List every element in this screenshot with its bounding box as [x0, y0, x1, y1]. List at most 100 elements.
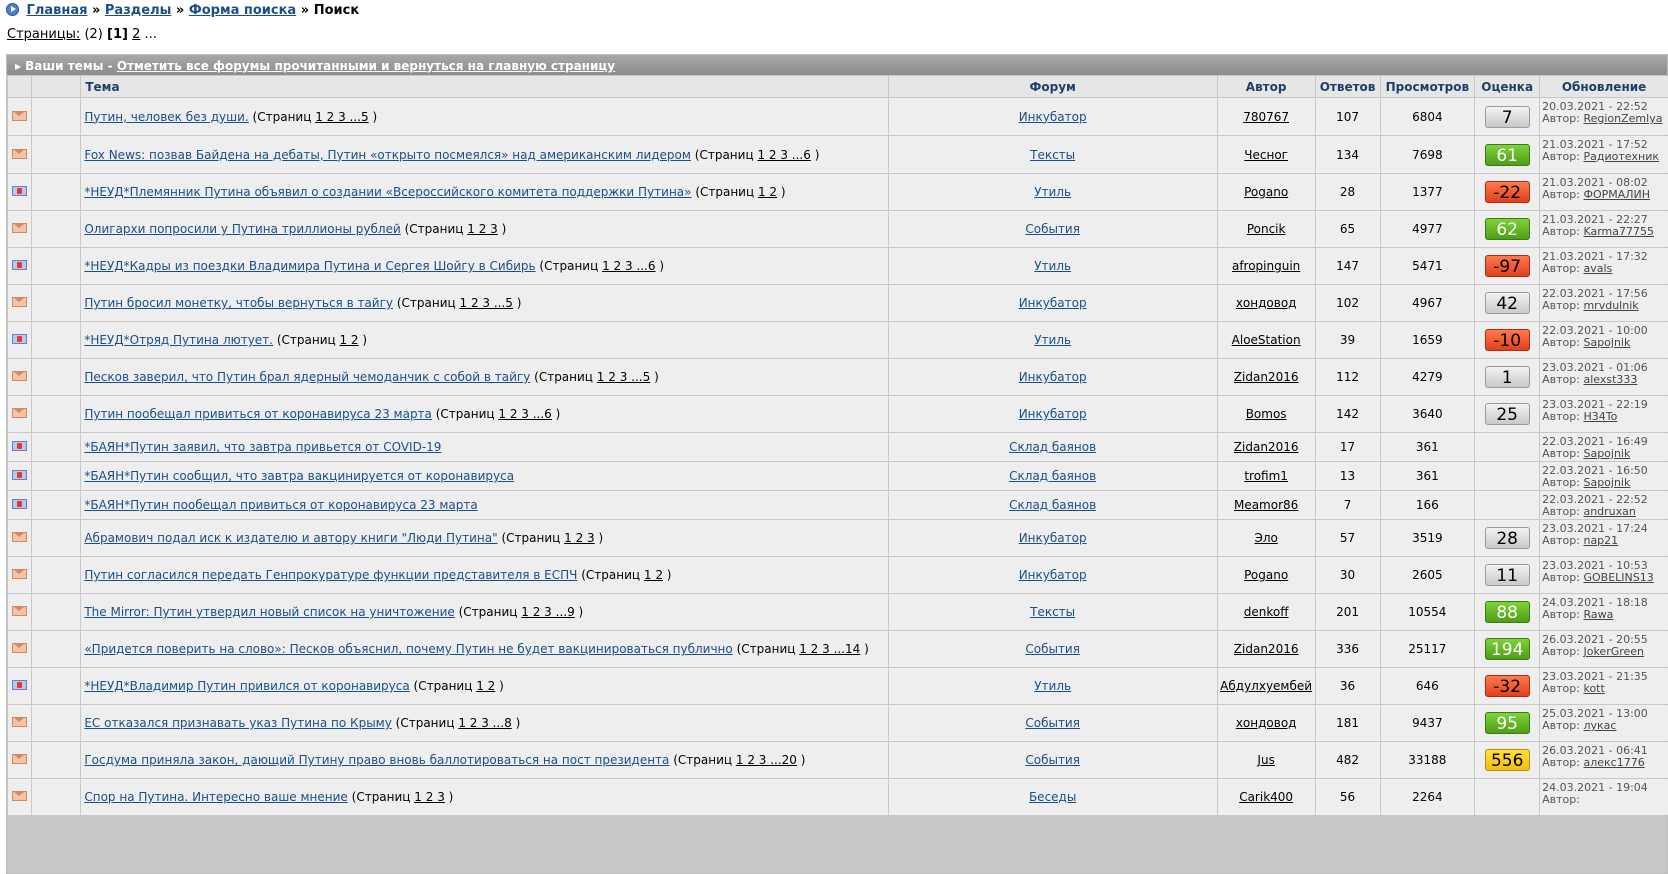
update-author-link[interactable]: nap21 — [1583, 534, 1618, 547]
topic-link[interactable]: Олигархи попросили у Путина триллионы ру… — [84, 222, 400, 236]
topic-pages-links[interactable]: 1 2 3 ...8 — [458, 716, 511, 730]
forum-link[interactable]: Инкубатор — [1019, 407, 1087, 421]
forum-link[interactable]: Склад баянов — [1009, 440, 1096, 454]
pages-label[interactable]: Страницы: — [7, 27, 80, 42]
update-author-link[interactable]: JokerGreen — [1583, 645, 1644, 658]
update-author-link[interactable]: alexst333 — [1583, 373, 1637, 386]
topic-pages-links[interactable]: 1 2 — [644, 568, 663, 582]
author-link[interactable]: хондовод — [1236, 716, 1297, 730]
update-author-link[interactable]: Sapojnik — [1583, 336, 1630, 349]
forum-link[interactable]: События — [1025, 642, 1080, 656]
topic-pages-links[interactable]: 1 2 3 — [414, 790, 445, 804]
forum-link[interactable]: Утиль — [1034, 333, 1071, 347]
col-rating[interactable]: Оценка — [1475, 76, 1540, 97]
author-link[interactable]: Эло — [1254, 531, 1277, 545]
update-author-link[interactable]: Rawa — [1583, 608, 1613, 621]
forum-link[interactable]: Утиль — [1034, 185, 1071, 199]
author-link[interactable]: denkoff — [1244, 605, 1289, 619]
topic-pages-links[interactable]: 1 2 3 ...5 — [460, 296, 513, 310]
update-author-link[interactable]: ФОРМАЛИН — [1583, 188, 1650, 201]
topic-link[interactable]: The Mirror: Путин утвердил новый список … — [84, 605, 454, 619]
forum-link[interactable]: Инкубатор — [1019, 531, 1087, 545]
col-author[interactable]: Автор — [1217, 76, 1315, 97]
author-link[interactable]: Zidan2016 — [1234, 370, 1299, 384]
update-author-link[interactable]: RegionZemlya — [1583, 112, 1662, 125]
forum-link[interactable]: Утиль — [1034, 679, 1071, 693]
author-link[interactable]: afropinguin — [1232, 259, 1300, 273]
update-author-link[interactable]: avals — [1583, 262, 1612, 275]
author-link[interactable]: Carik400 — [1239, 790, 1293, 804]
author-link[interactable]: trofim1 — [1244, 469, 1288, 483]
col-views[interactable]: Просмотров — [1380, 76, 1475, 97]
author-link[interactable]: Bomos — [1246, 407, 1287, 421]
topic-pages-links[interactable]: 1 2 — [476, 679, 495, 693]
forum-link[interactable]: События — [1025, 716, 1080, 730]
update-author-link[interactable]: Sapojnik — [1583, 447, 1630, 460]
topic-link[interactable]: Абрамович подал иск к издателю и автору … — [84, 531, 497, 545]
home-icon[interactable] — [6, 3, 19, 16]
topic-link[interactable]: Fox News: позвав Байдена на дебаты, Пути… — [84, 148, 691, 162]
author-link[interactable]: Чесног — [1244, 148, 1288, 162]
topic-pages-links[interactable]: 1 2 — [758, 185, 777, 199]
topic-link[interactable]: Путин пообещал привиться от коронавируса… — [84, 407, 432, 421]
col-forum[interactable]: Форум — [888, 76, 1217, 97]
forum-link[interactable]: Склад баянов — [1009, 498, 1096, 512]
update-author-link[interactable]: Karma77755 — [1583, 225, 1654, 238]
topic-link[interactable]: Путин, человек без души. — [84, 110, 248, 124]
topic-link[interactable]: *НЕУД*Кадры из поездки Владимира Путина … — [84, 259, 535, 273]
forum-link[interactable]: Инкубатор — [1019, 296, 1087, 310]
update-author-link[interactable]: mrvdulnik — [1583, 299, 1638, 312]
topic-link[interactable]: «Придется поверить на слово»: Песков объ… — [84, 642, 732, 656]
update-author-link[interactable]: GOBELINS13 — [1583, 571, 1653, 584]
topic-pages-links[interactable]: 1 2 3 ...5 — [597, 370, 650, 384]
forum-link[interactable]: Беседы — [1029, 790, 1076, 804]
topic-link[interactable]: *НЕУД*Владимир Путин привился от коронав… — [84, 679, 409, 693]
author-link[interactable]: хондовод — [1236, 296, 1297, 310]
forum-link[interactable]: Склад баянов — [1009, 469, 1096, 483]
topic-link[interactable]: *БАЯН*Путин пообещал привиться от корона… — [84, 498, 477, 512]
author-link[interactable]: Zidan2016 — [1234, 642, 1299, 656]
author-link[interactable]: Pogano — [1244, 568, 1288, 582]
forum-link[interactable]: Тексты — [1030, 605, 1075, 619]
col-replies[interactable]: Ответов — [1315, 76, 1380, 97]
topic-link[interactable]: Путин согласился передать Генпрокуратуре… — [84, 568, 577, 582]
topic-link[interactable]: Госдума приняла закон, дающий Путину пра… — [84, 753, 669, 767]
author-link[interactable]: AloeStation — [1232, 333, 1301, 347]
breadcrumb-sections[interactable]: Разделы — [105, 3, 171, 18]
breadcrumb-search-form[interactable]: Форма поиска — [189, 3, 296, 18]
breadcrumb-home[interactable]: Главная — [27, 3, 88, 18]
topic-link[interactable]: *БАЯН*Путин заявил, что завтра привьется… — [84, 440, 441, 454]
col-topic[interactable]: Тема — [81, 76, 888, 97]
author-link[interactable]: Pogano — [1244, 185, 1288, 199]
topic-link[interactable]: Песков заверил, что Путин брал ядерный ч… — [84, 370, 530, 384]
topic-pages-links[interactable]: 1 2 3 — [564, 531, 595, 545]
topic-pages-links[interactable]: 1 2 3 ...6 — [498, 407, 551, 421]
topic-link[interactable]: Спор на Путина. Интересно ваше мнение — [84, 790, 347, 804]
forum-link[interactable]: События — [1025, 753, 1080, 767]
forum-link[interactable]: Инкубатор — [1019, 370, 1087, 384]
topic-pages-links[interactable]: 1 2 3 ...14 — [799, 642, 860, 656]
author-link[interactable]: Poncik — [1247, 222, 1286, 236]
update-author-link[interactable]: Радиотехник — [1583, 150, 1659, 163]
author-link[interactable]: 780767 — [1243, 110, 1289, 124]
author-link[interactable]: Zidan2016 — [1234, 440, 1299, 454]
topic-pages-links[interactable]: 1 2 3 ...6 — [757, 148, 810, 162]
forum-link[interactable]: Утиль — [1034, 259, 1071, 273]
col-updated[interactable]: Обновление — [1540, 76, 1668, 97]
topic-link[interactable]: *НЕУД*Племянник Путина объявил о создани… — [84, 185, 691, 199]
update-author-link[interactable]: H34To — [1583, 410, 1617, 423]
pages-next[interactable]: 2 — [132, 27, 140, 42]
forum-link[interactable]: Инкубатор — [1019, 568, 1087, 582]
forum-link[interactable]: Инкубатор — [1019, 110, 1087, 124]
update-author-link[interactable]: лукас — [1583, 719, 1616, 732]
topic-pages-links[interactable]: 1 2 3 ...6 — [602, 259, 655, 273]
author-link[interactable]: Jus — [1257, 753, 1274, 767]
update-author-link[interactable]: andruxan — [1583, 505, 1635, 518]
update-author-link[interactable]: kott — [1583, 682, 1604, 695]
topic-link[interactable]: *НЕУД*Отряд Путина лютует. — [84, 333, 273, 347]
update-author-link[interactable]: Sapojnik — [1583, 476, 1630, 489]
update-author-link[interactable]: алекс1776 — [1583, 756, 1644, 769]
topic-link[interactable]: ЕС отказался признавать указ Путина по К… — [84, 716, 391, 730]
forum-link[interactable]: События — [1025, 222, 1080, 236]
topic-pages-links[interactable]: 1 2 3 ...20 — [736, 753, 797, 767]
